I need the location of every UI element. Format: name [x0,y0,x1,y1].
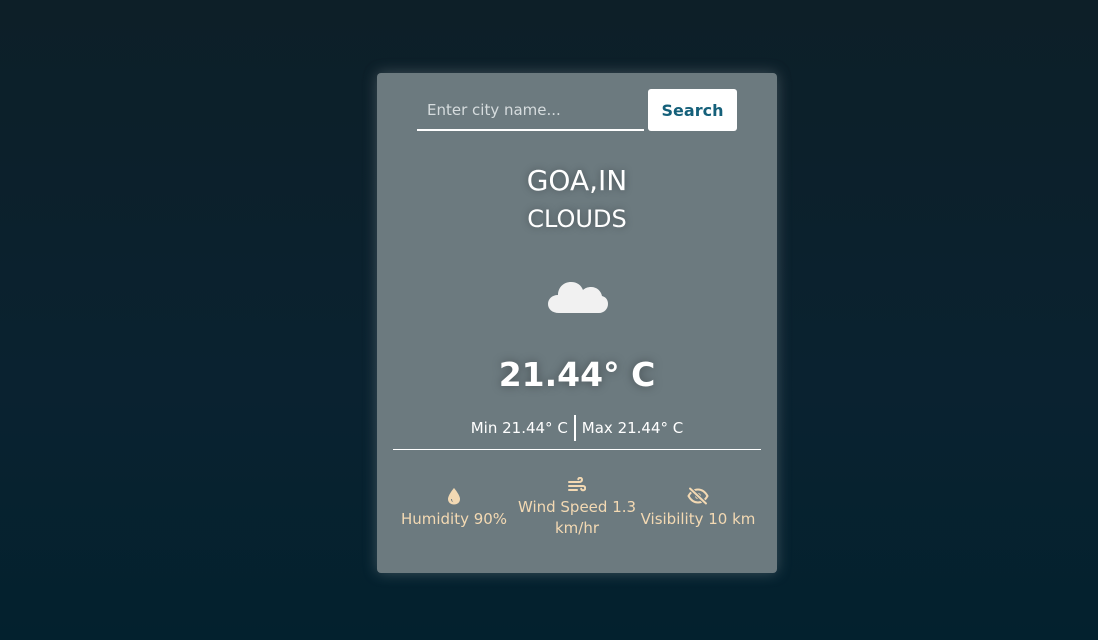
divider [393,449,761,450]
search-bar: Search [417,89,737,131]
visibility-stat: Visibility 10 km [637,487,759,530]
temperature: 21.44° C [498,355,656,394]
cloud-icon [548,282,608,313]
weather-condition: CLOUDS [527,205,627,233]
weather-stats: Humidity 90% Wind Speed 1.3 km/hr Visibi… [397,461,763,541]
search-button[interactable]: Search [648,89,737,131]
humidity-stat: Humidity 90% [393,487,515,530]
humidity-label: Humidity 90% [400,510,508,528]
eye-slash-icon [687,487,709,505]
location-name: GOA,IN [526,164,628,197]
min-max-separator [573,415,576,441]
wind-speed-label: Wind Speed 1.3 km/hr [517,498,637,537]
min-max-temperature: Min 21.44° C Max 21.44° C [377,415,777,441]
droplet-icon [448,488,460,505]
city-search-input[interactable] [417,91,644,131]
wind-icon [568,477,586,492]
min-temperature: Min 21.44° C [470,419,568,437]
max-temperature: Max 21.44° C [581,419,684,437]
wind-speed-stat: Wind Speed 1.3 km/hr [515,477,639,539]
weather-card: Search GOA,IN CLOUDS 21.44° C Min 21.44°… [377,73,777,573]
visibility-label: Visibility 10 km [640,510,756,528]
